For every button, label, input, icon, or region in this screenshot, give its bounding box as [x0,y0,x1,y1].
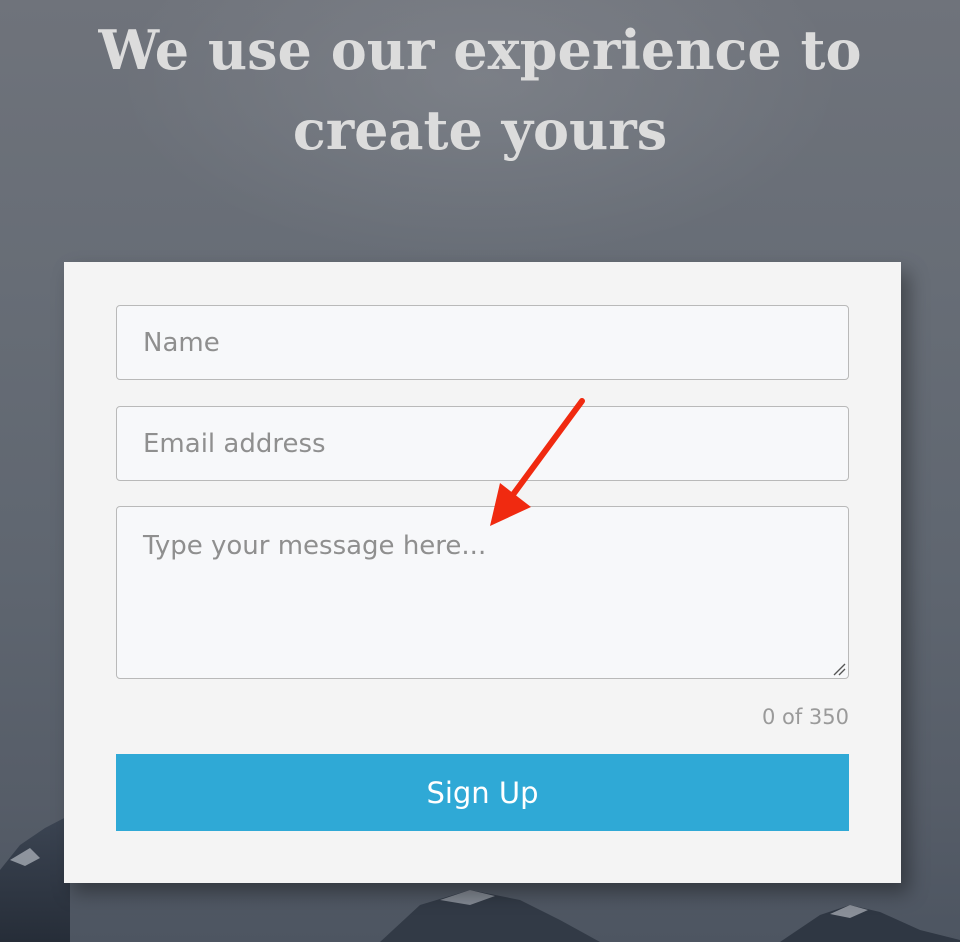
headline-line-1: We use our experience to [98,18,862,82]
name-input[interactable] [116,305,849,380]
email-input[interactable] [116,406,849,481]
headline-line-2: create yours [292,98,668,162]
signup-form-card: 0 of 350 Sign Up [64,262,901,883]
sign-up-button[interactable]: Sign Up [116,754,849,831]
page-headline: We use our experience to create yours [0,10,960,170]
character-counter: 0 of 350 [761,705,849,729]
resize-grip-icon[interactable] [832,662,846,676]
message-textarea[interactable] [116,506,849,679]
